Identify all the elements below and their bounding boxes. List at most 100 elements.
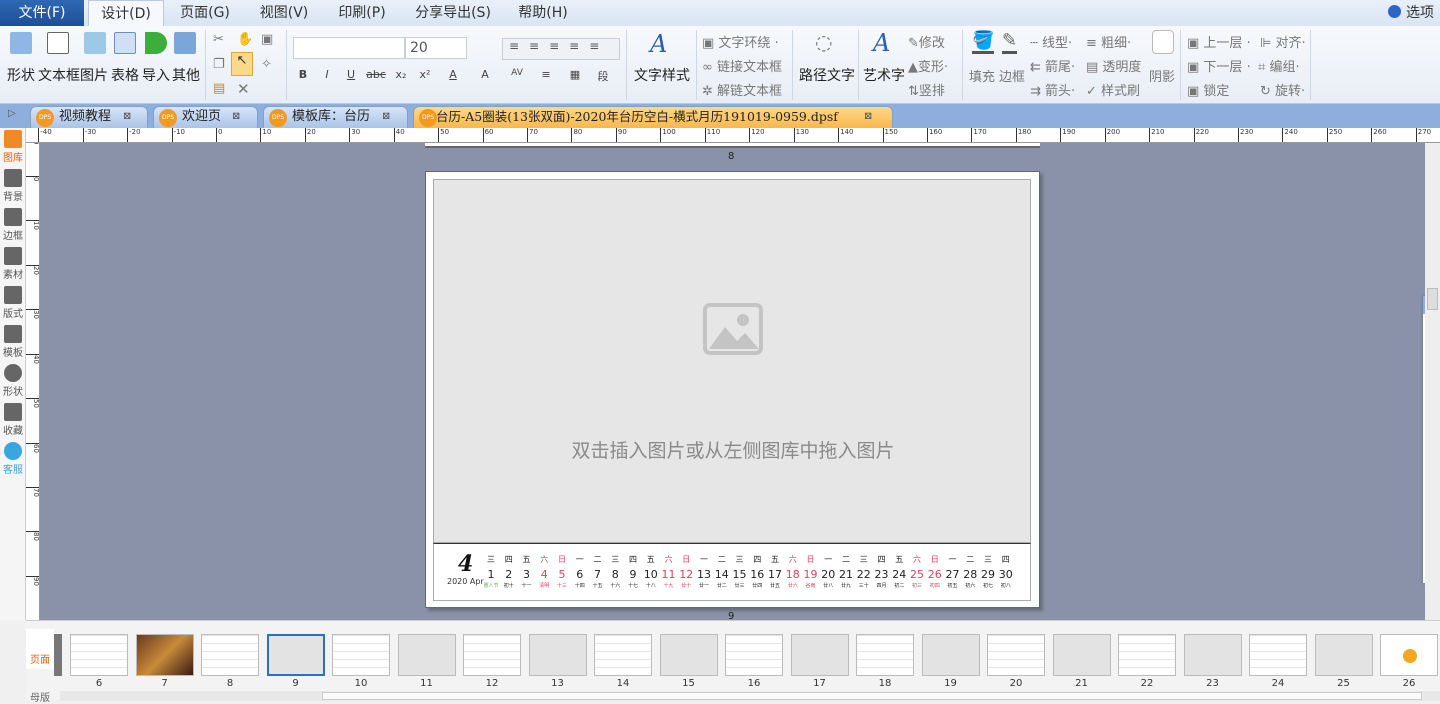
master-tab[interactable]: 母版 [26,671,54,704]
tab-welcome[interactable]: DPS 欢迎页 ⊠ [153,106,258,128]
tab-current-document[interactable]: DPS 台历-A5圈装(13张双面)-2020年台历空白-横式月历191019-0… [413,106,893,128]
page[interactable]: 双击插入图片或从左侧图库中拖入图片 4 2020 Apr 三 1 愚人节四 2 初十五 3… [425,171,1040,608]
art-text-button[interactable]: 艺术字 [863,65,905,85]
close-tab-icon[interactable]: ⊠ [382,107,390,127]
page-thumbnail[interactable] [135,634,194,676]
hand-icon[interactable]: ✋ [237,32,253,47]
arrow-tail-button[interactable]: ⇇ 箭尾· [1030,56,1075,75]
page-thumbnail[interactable] [266,634,325,676]
page-thumbnail[interactable] [1052,634,1111,676]
strikethrough-button[interactable]: abc [365,68,387,92]
path-text-button[interactable]: 路径文字 [799,65,855,85]
menu-page[interactable]: 页面(G) [170,0,240,26]
bring-forward-button[interactable]: ▣ 上一层 · [1187,32,1251,51]
page-thumbnail[interactable] [1380,634,1438,676]
menu-view[interactable]: 视图(V) [250,0,318,26]
close-tab-icon[interactable]: ⊠ [232,107,240,127]
delete-icon[interactable]: ✕ [237,80,250,98]
paragraph-button[interactable]: 段 [593,68,613,92]
tab-video-tutorial[interactable]: DPS 视频教程 ⊠ [30,106,148,128]
menu-design[interactable]: 设计(D) [88,0,164,26]
sidebar-item-background[interactable]: 背景 [0,169,26,203]
rotate-button[interactable]: ↻ 旋转· [1260,80,1305,99]
font-color-button[interactable]: A [439,68,467,92]
link-textbox-button[interactable]: ∞ 链接文本框 [702,56,782,75]
page-thumbnail[interactable] [201,634,259,676]
char-spacing-button[interactable]: AV [503,68,531,92]
align-buttons[interactable]: ≡≡≡≡≡ [502,38,620,60]
font-name-select[interactable] [293,37,405,59]
paste-icon[interactable]: ▤ [213,81,225,96]
line-spacing-button[interactable]: ≡ [535,68,557,92]
transparency-button[interactable]: ▤ 透明度 [1086,56,1141,75]
select-pointer-icon[interactable]: ↖ [231,52,253,76]
page-thumbnail[interactable] [1314,634,1373,676]
group-button[interactable]: ⌗ 编组· [1258,56,1300,75]
subscript-button[interactable]: x₂ [391,68,411,92]
sidebar-item-layout[interactable]: 版式 [0,286,26,320]
line-type-button[interactable]: ┄ 线型· [1030,32,1072,51]
page-thumbnail[interactable] [1249,634,1307,676]
import-button[interactable]: 导入 [142,65,170,85]
sidebar-item-favorites[interactable]: 收藏 [0,403,26,437]
format-painter-button[interactable]: ✓ 样式刷 [1086,80,1140,99]
page-thumbnail[interactable] [594,634,652,676]
underline-button[interactable]: U [341,68,361,92]
line-weight-button[interactable]: ≡ 粗细· [1086,32,1131,51]
page-thumbnail[interactable] [987,634,1045,676]
page-thumbnail[interactable] [725,634,783,676]
page-thumbnail[interactable] [528,634,587,676]
vertical-text-button[interactable]: ⇅竖排 [908,80,945,99]
page-thumbnail[interactable] [332,634,390,676]
copy-icon[interactable]: ❐ [213,57,225,72]
italic-button[interactable]: I [317,68,337,92]
crop-icon[interactable]: ▣ [261,32,273,47]
scrollbar-thumb[interactable] [1427,288,1438,310]
page-thumbnail[interactable] [70,634,128,676]
sidebar-item-material[interactable]: 素材 [0,247,26,281]
close-tab-icon[interactable]: ⊠ [123,107,131,127]
page-thumbnail[interactable] [397,634,456,676]
page-thumbnail[interactable] [790,634,849,676]
page-thumbnail[interactable] [921,634,980,676]
cut-icon[interactable]: ✂ [213,32,224,47]
columns-button[interactable]: ▦ [561,68,589,92]
pages-tab[interactable]: 页面 [26,629,54,669]
image-placeholder[interactable]: 双击插入图片或从左侧图库中拖入图片 [433,179,1031,543]
canvas-area[interactable]: 8 双击插入图片或从左侧图库中拖入图片 4 2020 Apr 三 1 愚人节四 2 初十… [40,143,1440,622]
lock-button[interactable]: ▣ 锁定 [1187,80,1229,99]
page-thumbnail[interactable] [1118,634,1176,676]
menu-help[interactable]: 帮助(H) [510,0,576,26]
border-button[interactable]: 边框 [999,66,1025,85]
calendar-strip[interactable]: 4 2020 Apr 三 1 愚人节四 2 初十五 3 十一六 4 清明日 5 十三一 6 十四二 7 十五… [433,543,1031,601]
tab-template-library[interactable]: DPS 模板库：台历 ⊠ [263,106,408,128]
sidebar-item-border[interactable]: 边框 [0,208,26,242]
sidebar-item-shape[interactable]: 形状 [0,364,26,398]
modify-button[interactable]: ✎修改 [908,32,945,51]
close-tab-icon[interactable]: ⊠ [864,107,872,127]
shadow-button[interactable]: 阴影 [1149,66,1175,85]
superscript-button[interactable]: x² [415,68,435,92]
help-icon[interactable] [1388,5,1401,18]
options-button[interactable]: 选项 [1402,0,1438,26]
insert-textbox-button[interactable]: 文本框 [38,65,80,85]
arrow-head-button[interactable]: ⇉ 箭头· [1030,80,1075,99]
magic-icon[interactable]: ✧ [261,57,272,72]
unlink-textbox-button[interactable]: ✲ 解链文本框 [702,80,782,99]
insert-picture-button[interactable]: 图片 [80,65,108,85]
sidebar-item-support[interactable]: 客服 [0,442,26,476]
fill-button[interactable]: 填充 [969,66,995,85]
insert-shape-button[interactable]: 形状 [7,65,35,85]
send-backward-button[interactable]: ▣ 下一层 · [1187,56,1251,75]
menu-file[interactable]: 文件(F) [0,0,84,26]
sidebar-item-template[interactable]: 模板 [0,325,26,359]
text-style-button[interactable]: 文字样式 [634,65,690,85]
sidebar-item-gallery[interactable]: 图库 [0,130,26,164]
font-size-select[interactable]: 20 [405,37,467,59]
vertical-scrollbar[interactable] [1425,143,1440,620]
insert-table-button[interactable]: 表格 [111,65,139,85]
transform-button[interactable]: ▲变形· [908,56,948,75]
align-button[interactable]: ⊫ 对齐· [1260,32,1306,51]
page-thumbnail[interactable] [1183,634,1242,676]
page-thumbnail[interactable] [856,634,914,676]
